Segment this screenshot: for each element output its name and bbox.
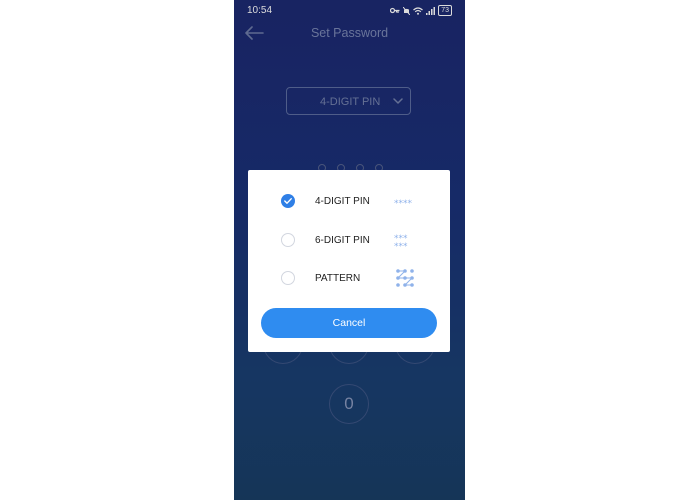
- six-stars-icon: *** ***: [394, 234, 408, 250]
- password-type-dialog: 4-DIGIT PIN **** 6-DIGIT PIN *** *** PAT…: [248, 170, 450, 352]
- svg-text:****: ****: [394, 199, 413, 209]
- option-label: PATTERN: [315, 273, 361, 284]
- option-6-digit-pin[interactable]: 6-DIGIT PIN *** ***: [248, 225, 450, 255]
- radio-checked-icon[interactable]: [281, 194, 295, 208]
- radio-unchecked-icon[interactable]: [281, 233, 295, 247]
- option-4-digit-pin[interactable]: 4-DIGIT PIN ****: [248, 186, 450, 216]
- option-label: 4-DIGIT PIN: [315, 196, 370, 207]
- radio-unchecked-icon[interactable]: [281, 271, 295, 285]
- pattern-grid-icon: [396, 269, 414, 287]
- cancel-button[interactable]: Cancel: [261, 308, 437, 338]
- option-label: 6-DIGIT PIN: [315, 235, 370, 246]
- phone-screen: 10:54 73 Set Password 4-DIGIT PIN 0 4-DI…: [234, 0, 465, 500]
- option-pattern[interactable]: PATTERN: [248, 263, 450, 293]
- four-stars-icon: ****: [394, 199, 413, 209]
- svg-text:***: ***: [394, 242, 408, 250]
